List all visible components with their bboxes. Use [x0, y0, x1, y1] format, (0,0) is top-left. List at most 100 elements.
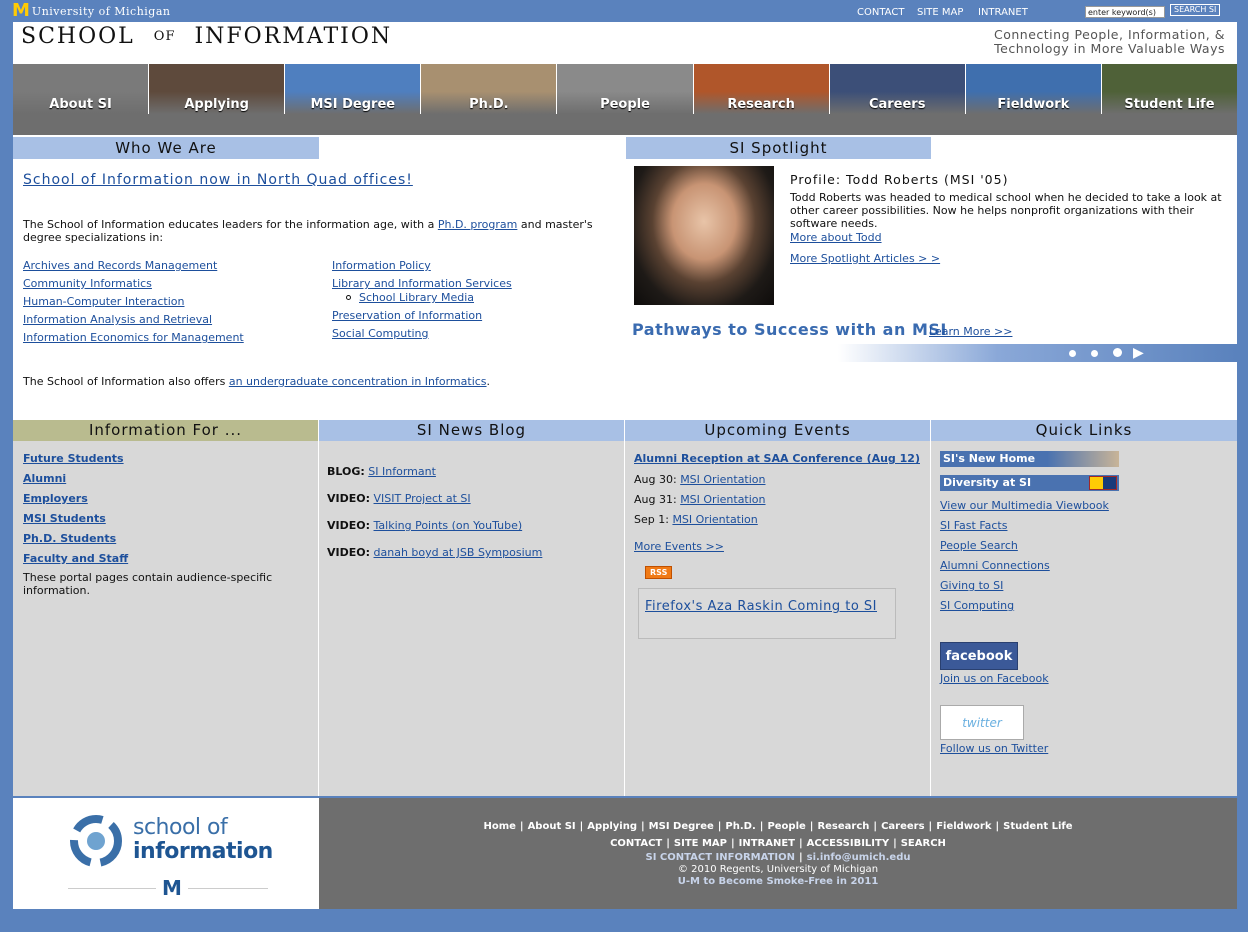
quick-link-giving[interactable]: Giving to SI: [940, 579, 1228, 592]
slide-dot-3[interactable]: [1113, 348, 1122, 357]
portal-link-msi-students[interactable]: MSI Students: [23, 512, 308, 525]
facebook-link[interactable]: Join us on Facebook: [940, 672, 1228, 685]
footer-nav-link[interactable]: Student Life: [1003, 821, 1072, 832]
portal-link-phd-students[interactable]: Ph.D. Students: [23, 532, 308, 545]
rss-icon[interactable]: RSS: [645, 566, 673, 579]
spec-link-community[interactable]: Community Informatics: [23, 277, 244, 290]
event-link[interactable]: MSI Orientation: [680, 493, 765, 506]
twitter-link[interactable]: Follow us on Twitter: [940, 742, 1228, 755]
nav-tab[interactable]: People: [557, 64, 693, 114]
nav-tab[interactable]: Research: [693, 64, 829, 114]
footer-nav-row: Home | About SI | Applying | MSI Degree | Ph.D. |…: [483, 821, 1073, 832]
spotlight-photo[interactable]: [634, 166, 774, 305]
event-date: Aug 30:: [634, 473, 677, 486]
feature-box-link[interactable]: Firefox's Aza Raskin Coming to SI: [645, 599, 877, 614]
footer-nav-link[interactable]: About SI: [528, 821, 576, 832]
footer-logo[interactable]: school of information M: [13, 798, 319, 909]
new-home-banner[interactable]: SI's New Home: [940, 451, 1119, 467]
smoke-free-link[interactable]: U-M to Become Smoke-Free in 2011: [678, 876, 879, 887]
portal-link-faculty-staff[interactable]: Faculty and Staff: [23, 552, 308, 565]
quick-links-list: SI's New Home Diversity at SI View our M…: [931, 441, 1237, 765]
site-header: SCHOOL OF INFORMATION Connecting People,…: [13, 22, 1237, 64]
quick-link-fast-facts[interactable]: SI Fast Facts: [940, 519, 1228, 532]
search-input[interactable]: [1085, 6, 1165, 18]
more-about-todd-link[interactable]: More about Todd: [790, 231, 882, 244]
footer-nav-link[interactable]: Research: [817, 821, 869, 832]
spec-link-policy[interactable]: Information Policy: [332, 259, 512, 272]
twitter-icon[interactable]: twitter: [940, 705, 1024, 740]
facebook-icon[interactable]: facebook: [940, 642, 1018, 670]
footer-utility-link[interactable]: ACCESSIBILITY: [807, 838, 889, 849]
nav-tab[interactable]: Fieldwork: [965, 64, 1101, 114]
portal-link-employers[interactable]: Employers: [23, 492, 308, 505]
undergrad-text: The School of Information also offers an…: [23, 375, 490, 388]
nav-tab-label: Ph.D.: [469, 97, 509, 112]
news-item-link[interactable]: SI Informant: [368, 465, 436, 478]
footer-nav-link[interactable]: Applying: [587, 821, 637, 832]
event-link[interactable]: MSI Orientation: [680, 473, 765, 486]
phd-program-link[interactable]: Ph.D. program: [438, 218, 518, 231]
footer-nav-link[interactable]: People: [767, 821, 805, 832]
nav-tab[interactable]: Careers: [829, 64, 965, 114]
nav-tab-label: Careers: [868, 97, 926, 112]
nav-tab[interactable]: About SI: [13, 64, 149, 114]
nav-tab[interactable]: Student Life: [1101, 64, 1237, 114]
quick-link-people-search[interactable]: People Search: [940, 539, 1228, 552]
footer-utility-link[interactable]: INTRANET: [739, 838, 795, 849]
footer-nav-link[interactable]: Ph.D.: [725, 821, 755, 832]
quick-link-viewbook[interactable]: View our Multimedia Viewbook: [940, 499, 1228, 512]
spec-link-library[interactable]: Library and Information Services: [332, 277, 512, 290]
news-blog-column: SI News Blog BLOG: SI Informant VIDEO: V…: [319, 420, 625, 796]
quick-link-computing[interactable]: SI Computing: [940, 599, 1228, 612]
spec-link-archives[interactable]: Archives and Records Management: [23, 259, 244, 272]
profile-title: Profile: Todd Roberts (MSI '05): [790, 172, 1009, 187]
diversity-banner[interactable]: Diversity at SI: [940, 475, 1119, 491]
information-for-list: Future Students Alumni Employers MSI Stu…: [13, 441, 318, 608]
more-events-link[interactable]: More Events >>: [634, 540, 921, 553]
footer-utility-link[interactable]: CONTACT: [610, 838, 662, 849]
slide-dot-2[interactable]: [1091, 350, 1098, 357]
featured-event-link[interactable]: Alumni Reception at SAA Conference (Aug …: [634, 452, 921, 465]
nav-tab[interactable]: Applying: [149, 64, 285, 114]
news-blog-heading: SI News Blog: [319, 420, 624, 441]
top-link-contact[interactable]: CONTACT: [857, 7, 904, 18]
nav-tab-label: Student Life: [1124, 97, 1215, 112]
nav-tab[interactable]: Ph.D.: [421, 64, 557, 114]
spec-link-preservation[interactable]: Preservation of Information: [332, 309, 512, 322]
footer-nav-link[interactable]: Fieldwork: [936, 821, 991, 832]
more-spotlight-link[interactable]: More Spotlight Articles > >: [790, 252, 940, 265]
top-link-intranet[interactable]: INTRANET: [978, 7, 1028, 18]
top-link-site-map[interactable]: SITE MAP: [917, 7, 963, 18]
footer-nav-link[interactable]: Home: [483, 821, 515, 832]
north-quad-headline[interactable]: School of Information now in North Quad …: [23, 172, 413, 188]
quick-link-alumni-connections[interactable]: Alumni Connections: [940, 559, 1228, 572]
spec-link-social-computing[interactable]: Social Computing: [332, 327, 512, 340]
spec-link-economics[interactable]: Information Economics for Management: [23, 331, 244, 344]
event-link[interactable]: MSI Orientation: [672, 513, 757, 526]
news-item-link[interactable]: danah boyd at JSB Symposium: [374, 546, 543, 559]
footer-nav-link[interactable]: Careers: [881, 821, 924, 832]
nav-tab-label: People: [600, 97, 650, 112]
portal-link-future-students[interactable]: Future Students: [23, 452, 308, 465]
slide-dot-1[interactable]: [1069, 350, 1076, 357]
site-title[interactable]: SCHOOL OF INFORMATION: [21, 24, 392, 49]
footer-utility-link[interactable]: SEARCH: [901, 838, 946, 849]
spec-link-hci[interactable]: Human-Computer Interaction: [23, 295, 244, 308]
footer-nav-link[interactable]: MSI Degree: [649, 821, 714, 832]
contact-info-link[interactable]: SI CONTACT INFORMATION: [646, 852, 796, 863]
um-logo[interactable]: M University of Michigan: [12, 2, 171, 20]
next-slide-icon[interactable]: ▶: [1133, 344, 1144, 362]
pathways-heading: Pathways to Success with an MSI: [632, 320, 947, 339]
nav-tab[interactable]: MSI Degree: [285, 64, 421, 114]
news-item-link[interactable]: Talking Points (on YouTube): [374, 519, 523, 532]
portal-link-alumni[interactable]: Alumni: [23, 472, 308, 485]
learn-more-link[interactable]: Learn More >>: [929, 325, 1012, 338]
footer-utility-link[interactable]: SITE MAP: [674, 838, 727, 849]
smoke-free-notice: U-M to Become Smoke-Free in 2011: [319, 876, 1237, 888]
spec-link-analysis[interactable]: Information Analysis and Retrieval: [23, 313, 244, 326]
search-button[interactable]: SEARCH SI: [1170, 4, 1221, 16]
spec-link-school-library[interactable]: School Library Media: [359, 291, 474, 304]
informatics-link[interactable]: an undergraduate concentration in Inform…: [229, 375, 487, 388]
email-link[interactable]: si.info@umich.edu: [807, 852, 911, 863]
news-item-link[interactable]: VISIT Project at SI: [374, 492, 471, 505]
